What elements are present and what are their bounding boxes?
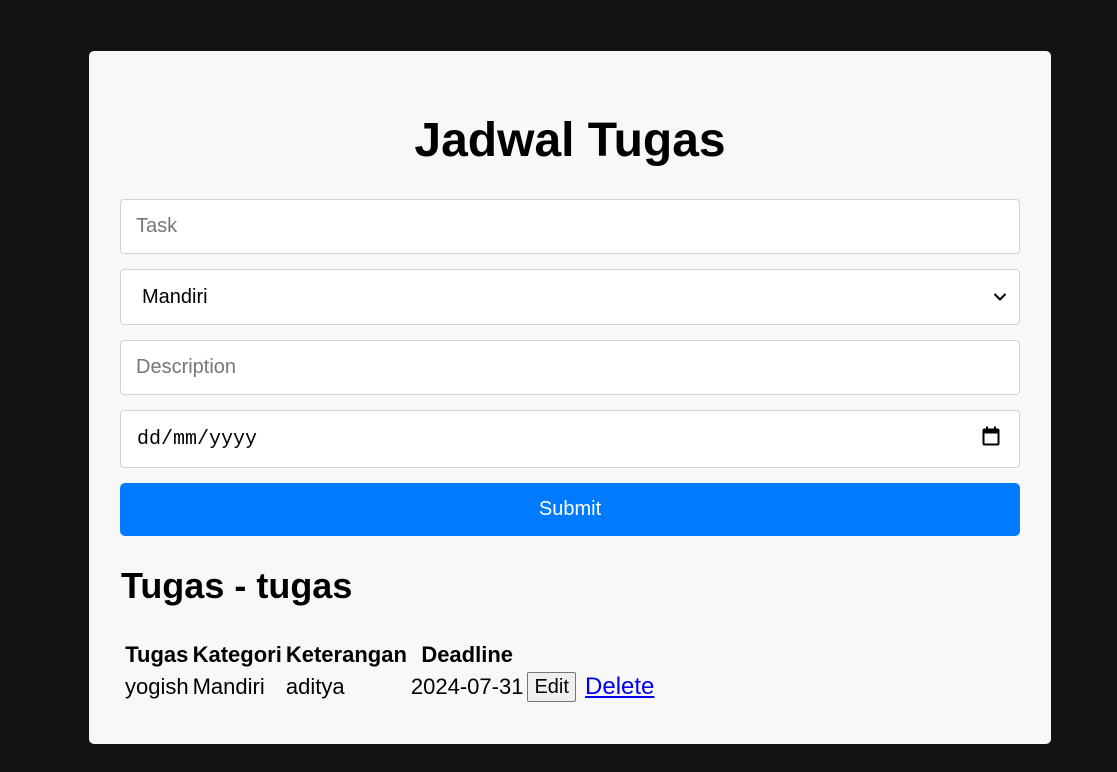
cell-kategori: Mandiri xyxy=(192,674,265,699)
cell-keterangan: aditya xyxy=(285,674,345,699)
cell-actions: Edit Delete xyxy=(526,671,655,703)
description-input[interactable]: Description xyxy=(120,340,1020,395)
calendar-icon[interactable] xyxy=(982,426,1000,452)
cell-tugas: yogish xyxy=(125,674,189,699)
column-header-actions xyxy=(526,641,655,669)
description-placeholder: Description xyxy=(136,356,237,378)
edit-button[interactable]: Edit xyxy=(527,672,576,702)
cell-deadline: 2024-07-31 xyxy=(410,674,524,699)
deadline-date-input[interactable]: dd/mm/yyyy xyxy=(120,410,1020,468)
task-table: Tugas Kategori Keterangan Deadline yogis… xyxy=(122,639,657,705)
delete-link[interactable]: Delete xyxy=(585,673,654,700)
chevron-down-icon xyxy=(993,292,1007,302)
form-card: Jadwal Tugas Task Mandiri Description dd… xyxy=(89,51,1051,744)
column-header-tugas: Tugas xyxy=(125,642,189,667)
column-header-deadline: Deadline xyxy=(421,642,514,667)
date-placeholder: dd/mm/yyyy xyxy=(137,427,258,451)
page-title: Jadwal Tugas xyxy=(414,114,726,167)
category-selected-value: Mandiri xyxy=(142,285,208,308)
column-header-kategori: Kategori xyxy=(192,642,282,667)
category-select[interactable]: Mandiri xyxy=(120,269,1020,325)
table-row: yogish Mandiri aditya 2024-07-31 Edit De… xyxy=(124,671,655,703)
task-placeholder: Task xyxy=(136,215,178,237)
table-header-row: Tugas Kategori Keterangan Deadline xyxy=(124,641,655,669)
task-input[interactable]: Task xyxy=(120,199,1020,254)
task-list-title: Tugas - tugas xyxy=(121,565,353,606)
column-header-keterangan: Keterangan xyxy=(285,642,407,667)
submit-button[interactable]: Submit xyxy=(120,483,1020,536)
